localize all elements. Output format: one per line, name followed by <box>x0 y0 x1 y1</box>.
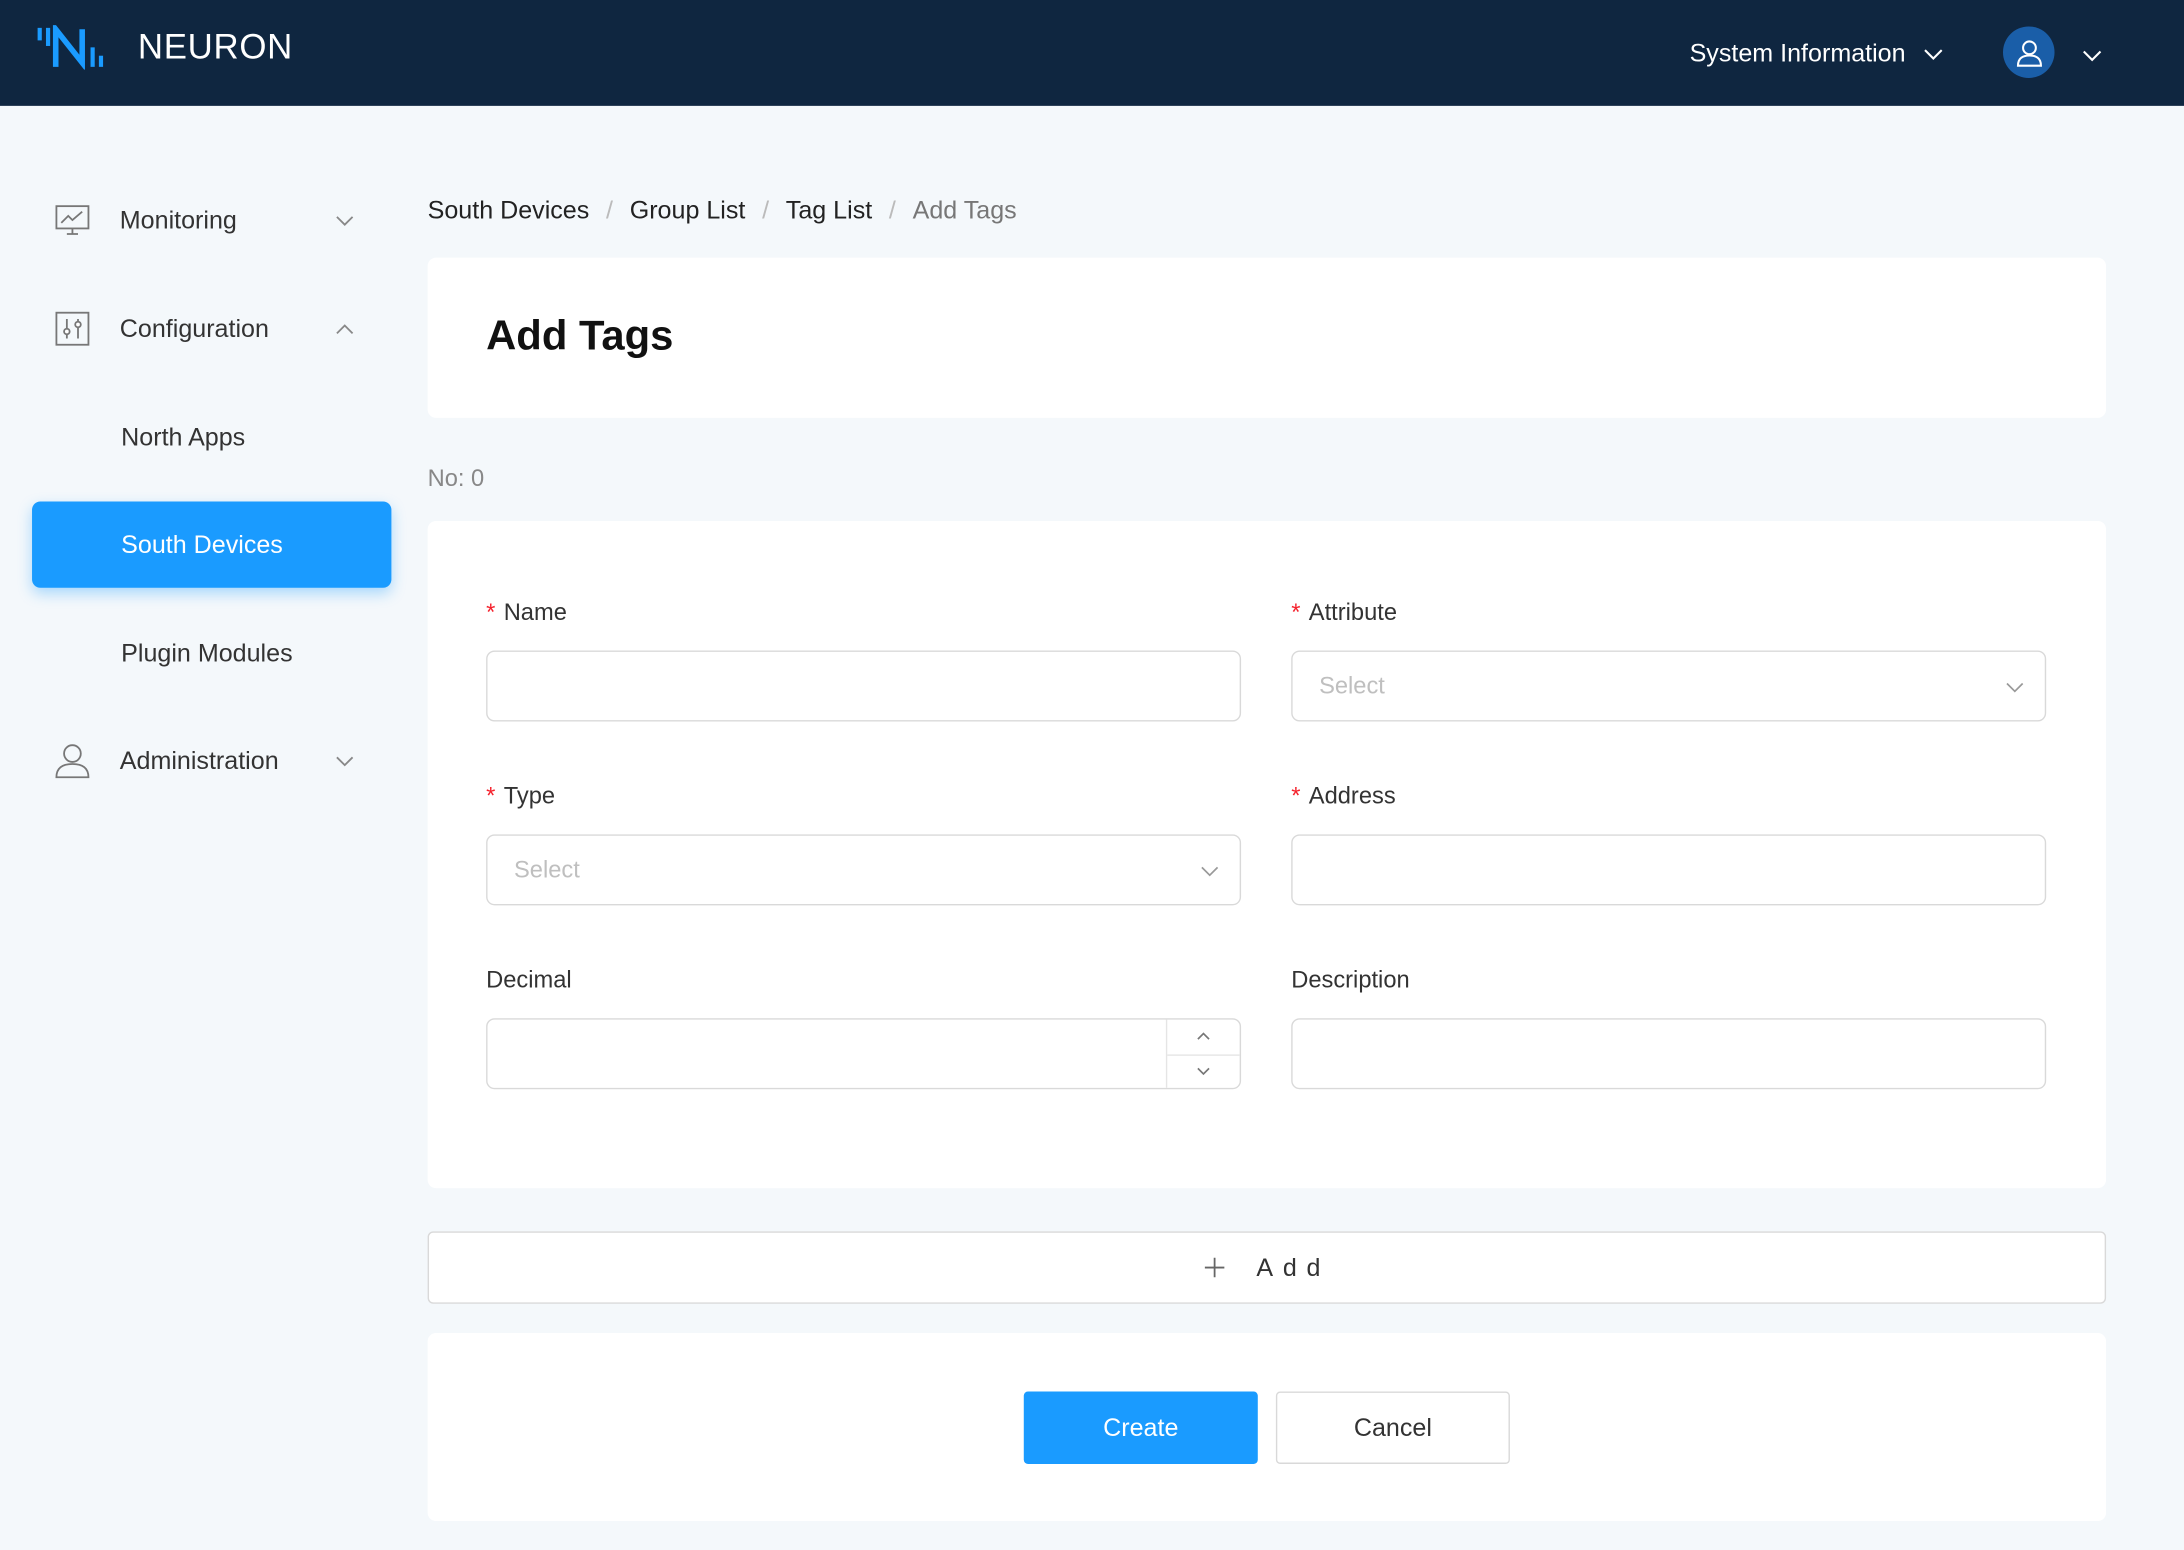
breadcrumb-south-devices[interactable]: South Devices <box>428 196 590 225</box>
admin-user-icon <box>55 744 90 779</box>
sidebar-item-plugin-modules[interactable]: Plugin Modules <box>32 610 391 696</box>
user-menu-chevron-icon[interactable] <box>2081 45 2103 67</box>
sidebar-item-configuration[interactable]: Configuration <box>32 286 391 372</box>
attribute-select[interactable]: Select <box>1291 650 2047 722</box>
decimal-stepper <box>1165 1019 1240 1088</box>
required-mark: * <box>486 782 496 810</box>
breadcrumb: South Devices / Group List / Tag List / … <box>428 196 1017 225</box>
app-name: NEURON <box>137 27 293 67</box>
description-label-text: Description <box>1291 966 1410 994</box>
sidebar-item-label: North Apps <box>121 422 246 451</box>
type-select[interactable]: Select <box>486 834 1242 906</box>
cancel-button-label: Cancel <box>1353 1413 1432 1441</box>
name-label-text: Name <box>503 598 567 626</box>
sidebar-item-label: Administration <box>119 745 279 774</box>
add-button-label: Add <box>1256 1252 1331 1281</box>
system-information-label: System Information <box>1689 39 1906 67</box>
user-avatar[interactable] <box>2002 26 2055 79</box>
description-input[interactable] <box>1291 1018 2047 1090</box>
name-label: * Name <box>486 599 567 627</box>
create-button-label: Create <box>1103 1413 1179 1441</box>
type-label-text: Type <box>503 782 556 810</box>
attribute-select-placeholder: Select <box>1319 672 1385 699</box>
address-input[interactable] <box>1291 834 2047 906</box>
app-logo[interactable]: NEURON <box>36 25 293 70</box>
decimal-number-input[interactable] <box>486 1018 1242 1090</box>
sidebar-item-south-devices[interactable]: South Devices <box>32 501 392 588</box>
sidebar-item-label: Plugin Modules <box>121 638 293 667</box>
sidebar-item-label: South Devices <box>121 529 283 558</box>
breadcrumb-separator: / <box>605 196 613 225</box>
tag-form-card: * Name * Attribute Select * Type Select * Ad… <box>427 520 2107 1189</box>
sidebar-item-administration[interactable]: Administration <box>32 717 391 803</box>
required-mark: * <box>1291 598 1301 626</box>
address-label: * Address <box>1291 783 1395 811</box>
chevron-down-icon <box>336 755 354 766</box>
page-title: Add Tags <box>486 313 674 360</box>
sidebar-item-north-apps[interactable]: North Apps <box>32 394 391 480</box>
breadcrumb-separator: / <box>762 196 770 225</box>
action-card: Create Cancel <box>427 1333 2107 1522</box>
monitor-chart-icon <box>55 205 90 235</box>
required-mark: * <box>1291 782 1301 810</box>
neuron-logo-icon <box>37 25 104 70</box>
required-mark: * <box>486 598 496 626</box>
sidebar-item-monitoring[interactable]: Monitoring <box>32 177 391 263</box>
decimal-label-text: Decimal <box>486 966 572 994</box>
breadcrumb-group-list[interactable]: Group List <box>630 196 746 225</box>
user-icon <box>2016 39 2042 67</box>
breadcrumb-tag-list[interactable]: Tag List <box>786 196 872 225</box>
top-header: NEURON System Information <box>0 0 2184 106</box>
address-label-text: Address <box>1308 782 1396 810</box>
breadcrumb-current: Add Tags <box>912 196 1017 225</box>
breadcrumb-separator: / <box>888 196 896 225</box>
decimal-decrement-button[interactable] <box>1167 1053 1240 1088</box>
type-label: * Type <box>486 783 555 811</box>
sidebar-item-label: Monitoring <box>119 205 237 234</box>
title-card: Add Tags <box>427 257 2107 418</box>
attribute-label-text: Attribute <box>1308 598 1397 626</box>
configuration-sliders-icon <box>55 311 90 346</box>
plus-icon <box>1204 1257 1225 1278</box>
tag-count-label: No: 0 <box>427 465 485 492</box>
type-select-placeholder: Select <box>513 855 580 883</box>
chevron-down-icon <box>1924 48 1943 60</box>
cancel-button[interactable]: Cancel <box>1275 1391 1510 1464</box>
chevron-down-icon <box>2006 682 2024 693</box>
system-information-menu[interactable]: System Information <box>1690 39 1945 68</box>
attribute-label: * Attribute <box>1291 599 1397 627</box>
decimal-increment-button[interactable] <box>1167 1020 1239 1054</box>
chevron-up-icon <box>336 323 354 334</box>
chevron-down-icon <box>336 215 354 226</box>
chevron-down-icon <box>1201 866 1219 877</box>
chevron-up-icon <box>1197 1032 1210 1041</box>
chevron-down-icon <box>1197 1068 1210 1076</box>
description-label: Description <box>1291 967 1409 995</box>
add-tag-row-button[interactable]: Add <box>427 1231 2107 1304</box>
create-button[interactable]: Create <box>1023 1391 1258 1464</box>
name-input[interactable] <box>486 650 1242 722</box>
sidebar-item-label: Configuration <box>119 314 269 342</box>
decimal-label: Decimal <box>486 967 572 995</box>
